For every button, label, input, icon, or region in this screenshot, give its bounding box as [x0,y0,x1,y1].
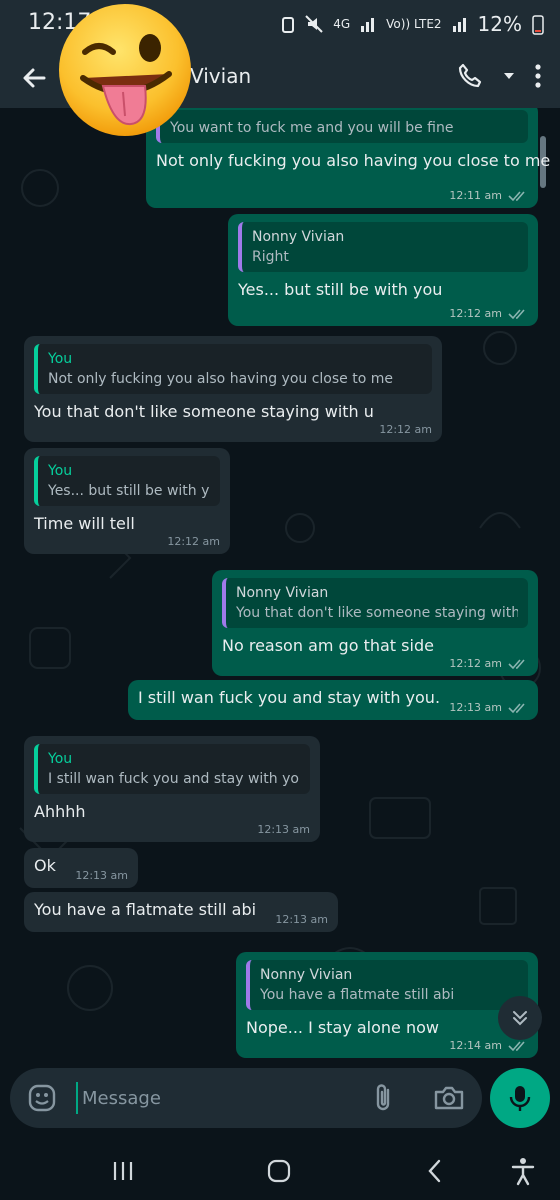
message-time: 12:12 am [449,307,502,320]
message-composer [10,1068,482,1128]
message-time: 12:14 am [449,1039,502,1052]
message-text: Ahhhh [34,802,86,821]
home-icon[interactable] [264,1156,294,1186]
reply-quote[interactable]: Nonny Vivian You that don't like someone… [222,578,528,628]
message-meta: 12:11 am [449,189,528,202]
double-check-icon [508,658,525,669]
message-text: Time will tell [34,514,135,533]
message-meta: 12:13 am [275,913,328,926]
message-meta: 12:12 am [449,307,528,320]
message-time: 12:13 am [75,869,128,882]
battery-saver-icon [282,17,295,33]
recent-apps-icon[interactable] [108,1156,138,1186]
reply-quote-text: I still wan fuck you and stay with you. [48,771,300,787]
message-text: No reason am go that side [222,636,434,655]
message-bubble[interactable]: Ok 12:13 am [24,848,138,888]
reply-quote-author: You [48,751,73,767]
message-time: 12:13 am [257,823,310,836]
network-label: 4G [333,17,351,31]
message-time: 12:13 am [449,701,502,714]
message-meta: 12:14 am [449,1039,528,1052]
reply-quote-text: Yes... but still be with you [48,483,210,499]
battery-icon [532,15,544,35]
system-nav-bar [0,1140,560,1200]
message-input[interactable] [76,1082,366,1114]
message-bubble[interactable]: You Not only fucking you also having you… [24,336,442,442]
message-bubble[interactable]: You want to fuck me and you will be fine… [146,108,551,208]
reply-quote[interactable]: You I still wan fuck you and stay with y… [34,744,310,794]
mic-icon [509,1086,531,1111]
reply-quote-author: Nonny Vivian [252,229,345,245]
sticker-icon[interactable] [26,1082,58,1114]
message-text: Nope... I stay alone now [246,1018,439,1037]
status-icons: 4G Vo)) LTE2 12% [281,12,544,36]
network2-label: Vo)) LTE2 [386,17,442,31]
chevron-down-icon[interactable] [502,69,516,83]
reply-quote[interactable]: You Not only fucking you also having you… [34,344,432,394]
message-bubble[interactable]: Nonny Vivian You have a flatmate still a… [236,952,538,1058]
double-check-icon [508,190,525,201]
message-time: 12:12 am [449,657,502,670]
header-actions [456,62,542,90]
voice-record-button[interactable] [490,1068,550,1128]
scroll-to-bottom-button[interactable] [498,996,542,1040]
reply-quote[interactable]: Nonny Vivian You have a flatmate still a… [246,960,528,1010]
message-time: 12:12 am [379,423,432,436]
reply-quote[interactable]: Nonny Vivian Right [238,222,528,272]
mute-icon [305,15,323,33]
reply-quote-text: Right [252,249,289,265]
reply-quote-author: Nonny Vivian [260,967,353,983]
battery-percent: 12% [477,12,522,36]
message-bubble[interactable]: I still wan fuck you and stay with you. … [128,680,538,720]
reply-quote-author: You [48,463,73,479]
reply-quote[interactable]: You Yes... but still be with you [34,456,220,506]
message-meta: 12:12 am [379,423,432,436]
double-check-icon [508,702,525,713]
message-time: 12:12 am [167,535,220,548]
message-meta: 12:13 am [257,823,310,836]
signal-icon [452,18,466,32]
message-text: Yes... but still be with you [238,280,443,299]
reply-quote-text: You have a flatmate still abi [260,987,455,1003]
message-meta: 12:13 am [75,869,128,882]
message-list[interactable]: You want to fuck me and you will be fine… [0,108,560,1063]
reply-quote-text: You want to fuck me and you will be fine [170,120,454,136]
reply-quote[interactable]: You want to fuck me and you will be fine [156,110,528,143]
paperclip-icon[interactable] [368,1082,398,1114]
more-vertical-icon[interactable] [534,63,542,89]
message-bubble[interactable]: You I still wan fuck you and stay with y… [24,736,320,842]
arrow-left-icon[interactable] [18,62,50,94]
winking-tongue-emoji-sticker [59,4,191,136]
message-meta: 12:13 am [449,701,528,714]
contact-name[interactable]: Vivian [190,64,251,88]
reply-quote-text: You that don't like someone staying with… [236,605,518,621]
message-text: You that don't like someone staying with… [34,402,374,421]
message-meta: 12:12 am [167,535,220,548]
message-bubble[interactable]: Nonny Vivian You that don't like someone… [212,570,538,676]
phone-icon[interactable] [456,62,484,90]
double-chevron-down-icon [513,1011,527,1026]
reply-quote-text: Not only fucking you also having you clo… [48,371,393,387]
double-check-icon [508,1040,525,1051]
message-bubble[interactable]: You have a flatmate still abi 12:13 am [24,892,338,932]
message-meta: 12:12 am [449,657,528,670]
back-nav-icon[interactable] [420,1156,450,1186]
signal-icon [361,18,375,32]
message-text: Not only fucking you also having you clo… [156,151,551,170]
camera-icon[interactable] [432,1082,466,1114]
message-time: 12:13 am [275,913,328,926]
message-bubble[interactable]: You Yes... but still be with you Time wi… [24,448,230,554]
reply-quote-author: Nonny Vivian [236,585,329,601]
message-bubble[interactable]: Nonny Vivian Right Yes... but still be w… [228,214,538,326]
reply-quote-author: You [48,351,73,367]
double-check-icon [508,308,525,319]
message-time: 12:11 am [449,189,502,202]
accessibility-icon[interactable] [508,1156,538,1186]
